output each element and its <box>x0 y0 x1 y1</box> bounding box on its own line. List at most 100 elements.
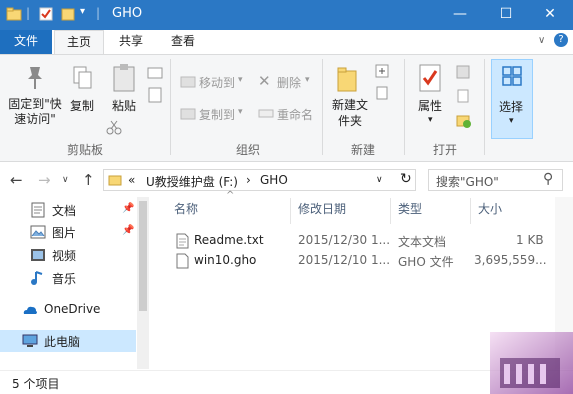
table-row[interactable]: win10.gho 2015/12/10 1... GHO 文件 3,695,5… <box>170 250 550 272</box>
forward-arrow-icon[interactable]: → <box>38 171 51 189</box>
maximize-button[interactable]: ☐ <box>483 0 529 30</box>
breadcrumb-folder[interactable]: GHO <box>260 173 288 187</box>
app-folder-icon <box>6 7 22 21</box>
copy-path-icon[interactable] <box>147 65 163 81</box>
watermark-image <box>480 322 573 394</box>
cut-icon[interactable] <box>106 119 122 135</box>
properties-quick-icon[interactable] <box>38 6 54 22</box>
copy-to-button[interactable]: 复制到 <box>199 106 235 123</box>
file-type: 文本文档 <box>398 235 447 249</box>
paste-shortcut-icon[interactable] <box>147 87 163 103</box>
sidebar-item-videos[interactable]: 视频 <box>0 244 136 266</box>
quick-access-dropdown-icon[interactable]: ▾ <box>80 6 85 17</box>
file-size: 1 KB <box>516 233 544 247</box>
select-label: 选择 <box>499 100 524 114</box>
file-date: 2015/12/10 1... <box>298 253 391 267</box>
help-icon[interactable]: ? <box>554 33 568 47</box>
sidebar-item-this-pc[interactable]: 此电脑 <box>0 330 136 352</box>
pin-icon: 📌 <box>122 203 135 214</box>
scrollbar-thumb[interactable] <box>139 201 147 311</box>
breadcrumb-drive[interactable]: U教授维护盘 (F:) <box>146 173 238 190</box>
delete-icon: ✕ <box>258 72 271 90</box>
sort-indicator-icon: ^ <box>226 190 235 201</box>
search-input[interactable]: 搜索"GHO" ⚲ <box>428 169 563 191</box>
this-pc-icon <box>22 334 38 347</box>
address-overflow[interactable]: « <box>128 173 135 187</box>
address-dropdown-icon[interactable]: ∨ <box>376 175 383 185</box>
divider <box>484 59 485 155</box>
sidebar-item-label: 音乐 <box>52 272 77 286</box>
pin-quick-access-button[interactable]: 固定到"快速访问" <box>6 97 64 127</box>
sidebar-item-label: 此电脑 <box>44 335 81 349</box>
column-header-type[interactable]: 类型 <box>398 200 422 222</box>
divider <box>322 59 323 155</box>
divider: | <box>26 6 31 20</box>
minimize-button[interactable]: — <box>437 0 483 30</box>
file-size: 3,695,559... <box>474 253 547 267</box>
new-folder-button[interactable]: 新建文件夹 <box>330 97 370 129</box>
divider: | <box>96 6 101 20</box>
column-header-name[interactable]: 名称 <box>174 200 198 222</box>
copy-icon <box>73 66 92 89</box>
refresh-icon[interactable]: ↻ <box>400 171 412 187</box>
new-folder-icon <box>337 67 357 92</box>
videos-icon <box>31 249 45 261</box>
new-folder-quick-icon[interactable] <box>60 6 76 22</box>
properties-button[interactable]: 属性 <box>418 97 442 114</box>
history-icon[interactable] <box>456 113 472 129</box>
open-icon[interactable] <box>456 65 470 79</box>
search-icon[interactable]: ⚲ <box>543 171 553 187</box>
divider[interactable] <box>470 198 471 224</box>
sidebar-item-music[interactable]: 音乐 <box>0 267 136 289</box>
close-button[interactable]: ✕ <box>527 0 573 30</box>
chevron-down-icon: ▾ <box>509 116 514 126</box>
tab-view[interactable]: 查看 <box>160 30 206 54</box>
chevron-down-icon: ▾ <box>305 75 310 85</box>
move-to-button[interactable]: 移动到 <box>199 74 235 91</box>
table-row[interactable]: Readme.txt 2015/12/30 1... 文本文档 1 KB <box>170 230 550 252</box>
column-header-date[interactable]: 修改日期 <box>298 200 346 222</box>
rename-button[interactable]: 重命名 <box>277 106 313 123</box>
tab-share[interactable]: 共享 <box>108 30 154 54</box>
tab-file[interactable]: 文件 <box>0 30 52 54</box>
divider <box>170 59 171 155</box>
edit-icon[interactable] <box>456 89 470 103</box>
paste-button[interactable]: 粘贴 <box>112 97 136 114</box>
new-item-icon[interactable] <box>374 63 390 79</box>
sidebar-item-documents[interactable]: 文档 📌 <box>0 199 136 221</box>
copy-button[interactable]: 复制 <box>70 97 94 114</box>
sidebar-item-label: 图片 <box>52 226 77 240</box>
open-group-label: 打开 <box>432 143 457 157</box>
navigation-pane: 文档 📌 图片 📌 视频 音乐 OneDrive 此电脑 <box>0 197 140 369</box>
recent-locations-icon[interactable]: ∨ <box>62 175 69 185</box>
move-to-icon <box>180 76 196 88</box>
sidebar-item-label: OneDrive <box>44 302 101 316</box>
pictures-icon <box>30 225 46 239</box>
item-count: 5 个项目 <box>12 377 60 391</box>
easy-access-icon[interactable] <box>374 85 390 101</box>
sidebar-item-label: 视频 <box>52 249 77 263</box>
file-name: win10.gho <box>194 253 257 267</box>
select-button-area[interactable]: 选择 ▾ <box>491 59 533 139</box>
address-bar[interactable]: « U教授维护盘 (F:) › GHO ∨ ↻ <box>103 169 416 191</box>
delete-button[interactable]: 删除 <box>277 74 301 91</box>
sidebar-item-label: 文档 <box>52 204 77 218</box>
collapse-ribbon-icon[interactable]: ∨ <box>538 35 545 46</box>
up-arrow-icon[interactable]: ↑ <box>82 171 95 189</box>
column-header-size[interactable]: 大小 <box>478 200 502 222</box>
music-icon <box>31 271 43 285</box>
file-type: GHO 文件 <box>398 255 454 269</box>
sidebar-item-onedrive[interactable]: OneDrive <box>0 299 136 321</box>
select-grid-icon <box>502 66 522 86</box>
copy-to-icon <box>180 108 196 120</box>
divider <box>404 59 405 155</box>
documents-icon <box>31 202 45 218</box>
tab-home[interactable]: 主页 <box>54 30 104 54</box>
divider[interactable] <box>290 198 291 224</box>
back-arrow-icon[interactable]: ← <box>10 171 23 189</box>
nav-pane-scrollbar[interactable] <box>137 197 149 369</box>
file-icon <box>176 253 189 269</box>
ribbon-tabs: 文件 主页 共享 查看 ∨ ? <box>0 30 573 54</box>
divider[interactable] <box>390 198 391 224</box>
sidebar-item-pictures[interactable]: 图片 📌 <box>0 221 136 243</box>
